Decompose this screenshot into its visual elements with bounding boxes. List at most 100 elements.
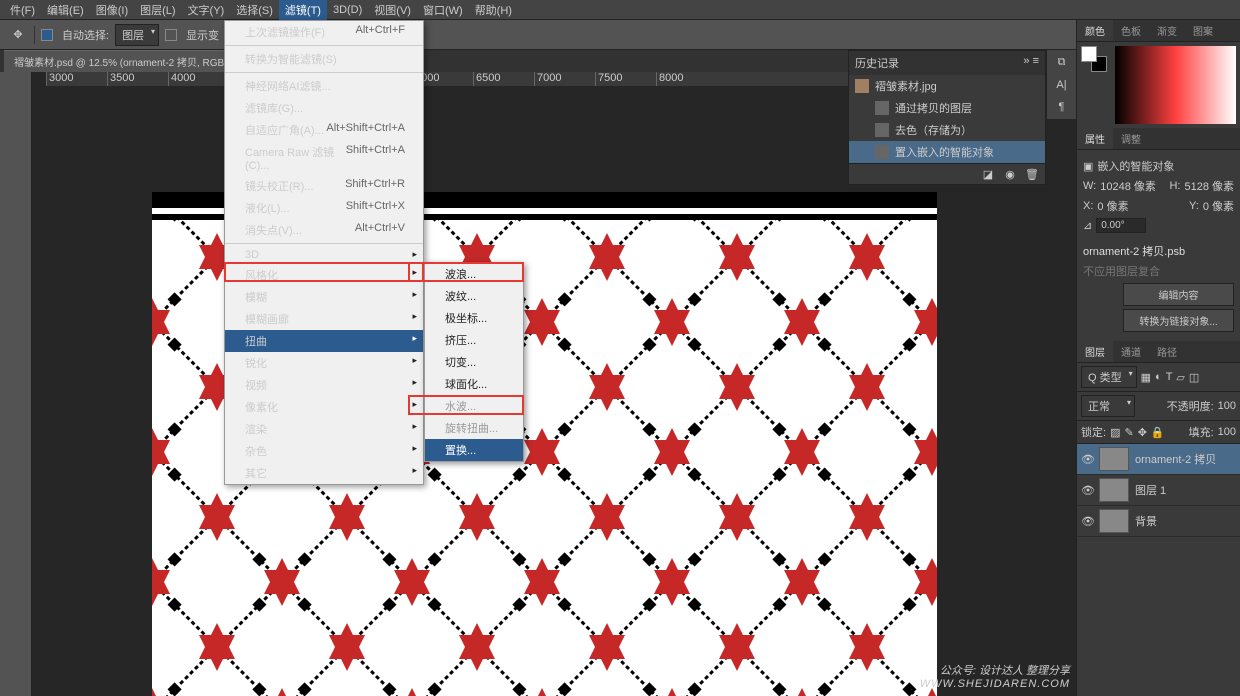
character-panel-icon[interactable]: A| [1056, 79, 1066, 91]
distort-menu-item[interactable]: 置换... [425, 439, 523, 461]
paragraph-panel-icon[interactable]: ¶ [1059, 101, 1065, 113]
history-panel[interactable]: 历史记录» ≡ 褶皱素材.jpg 通过拷贝的图层去色（存储为）置入嵌入的智能对象… [848, 50, 1046, 185]
autoselect-target-dropdown[interactable]: 图层 [115, 24, 159, 46]
filter-type-icon[interactable]: T [1166, 371, 1173, 383]
lock-pixels-icon[interactable]: ✎ [1124, 426, 1133, 439]
history-snapshot[interactable]: 褶皱素材.jpg [875, 78, 937, 94]
y-value[interactable]: 0 像素 [1203, 198, 1234, 214]
distort-menu-item[interactable]: 挤压... [425, 329, 523, 351]
panel-tab[interactable]: 属性 [1077, 128, 1113, 149]
distort-menu-item[interactable]: 切变... [425, 351, 523, 373]
panel-tab[interactable]: 调整 [1113, 128, 1149, 149]
panel-icon[interactable]: ⧉ [1058, 56, 1066, 69]
menu-1[interactable]: 编辑(E) [41, 0, 90, 20]
layer-filter-dropdown[interactable]: Q 类型 [1081, 366, 1137, 388]
layer-name[interactable]: 背景 [1135, 513, 1157, 529]
filter-menu-item[interactable]: 模糊画廊 [225, 308, 423, 330]
layer-name[interactable]: 图层 1 [1135, 482, 1166, 498]
filter-menu-item[interactable]: 杂色 [225, 440, 423, 462]
menu-10[interactable]: 帮助(H) [469, 0, 518, 20]
layer-thumbnail[interactable] [1099, 447, 1129, 471]
menu-8[interactable]: 视图(V) [368, 0, 417, 20]
filter-menu-item[interactable]: Camera Raw 滤镜(C)...Shift+Ctrl+A [225, 141, 423, 175]
panel-tab[interactable]: 图层 [1077, 341, 1113, 362]
opacity-value[interactable]: 100 [1218, 400, 1236, 412]
move-tool-icon[interactable]: ✥ [8, 25, 28, 45]
filter-shape-icon[interactable]: ▱ [1176, 371, 1184, 384]
menu-9[interactable]: 窗口(W) [417, 0, 469, 20]
distort-menu-item[interactable]: 波浪... [425, 263, 523, 285]
filter-menu-item[interactable]: 镜头校正(R)...Shift+Ctrl+R [225, 175, 423, 197]
layer-thumbnail[interactable] [1099, 509, 1129, 533]
panel-tab[interactable]: 图案 [1185, 20, 1221, 41]
filter-pixel-icon[interactable]: ▦ [1141, 371, 1151, 384]
history-state[interactable]: 置入嵌入的智能对象 [849, 141, 1045, 163]
menu-2[interactable]: 图像(I) [90, 0, 134, 20]
layer-row[interactable]: 👁 ornament-2 拷贝 [1077, 444, 1240, 475]
document-tab[interactable]: 褶皱素材.psd @ 12.5% (ornament-2 拷贝, RGB/8) … [4, 50, 253, 72]
show-transform-checkbox[interactable] [165, 29, 177, 41]
x-value[interactable]: 0 像素 [1097, 198, 1128, 214]
visibility-icon[interactable]: 👁 [1081, 484, 1093, 497]
menubar[interactable]: 件(F)编辑(E)图像(I)图层(L)文字(Y)选择(S)滤镜(T)3D(D)视… [0, 0, 1240, 20]
filter-menu-item[interactable]: 扭曲 [225, 330, 423, 352]
autoselect-checkbox[interactable] [41, 29, 53, 41]
panel-tab[interactable]: 路径 [1149, 341, 1185, 362]
fill-value[interactable]: 100 [1218, 426, 1236, 438]
distort-submenu[interactable]: 波浪...波纹...极坐标...挤压...切变...球面化...水波...旋转扭… [424, 262, 524, 462]
filter-menu-item[interactable]: 神经网络AI滤镜... [225, 75, 423, 97]
filter-menu-item[interactable]: 3D [225, 246, 423, 264]
history-state[interactable]: 通过拷贝的图层 [849, 97, 1045, 119]
filter-adjust-icon[interactable]: ◐ [1155, 371, 1162, 383]
filter-menu-item[interactable]: 液化(L)...Shift+Ctrl+X [225, 197, 423, 219]
filter-menu-item[interactable]: 模糊 [225, 286, 423, 308]
menu-4[interactable]: 文字(Y) [182, 0, 231, 20]
color-spectrum[interactable] [1115, 46, 1236, 124]
panel-tab[interactable]: 色板 [1113, 20, 1149, 41]
filter-menu-item[interactable]: 自适应广角(A)...Alt+Shift+Ctrl+A [225, 119, 423, 141]
filter-menu-item[interactable]: 滤镜库(G)... [225, 97, 423, 119]
collapse-icon[interactable]: » ≡ [1023, 55, 1039, 71]
filter-menu-item[interactable]: 转换为智能滤镜(S) [225, 48, 423, 70]
history-state[interactable]: 去色（存储为） [849, 119, 1045, 141]
trash-icon[interactable]: 🗑 [1025, 167, 1039, 181]
width-value[interactable]: 10248 像素 [1100, 178, 1156, 194]
filter-menu-item[interactable]: 视频 [225, 374, 423, 396]
visibility-icon[interactable]: 👁 [1081, 453, 1093, 466]
foreground-background-swatch[interactable] [1081, 46, 1107, 72]
filter-menu-item[interactable]: 风格化 [225, 264, 423, 286]
filter-menu-item[interactable]: 像素化 [225, 396, 423, 418]
filter-menu-item[interactable]: 上次滤镜操作(F)Alt+Ctrl+F [225, 21, 423, 43]
create-document-icon[interactable]: ◪ [981, 167, 995, 181]
height-value[interactable]: 5128 像素 [1184, 178, 1234, 194]
visibility-icon[interactable]: 👁 [1081, 515, 1093, 528]
panel-tab[interactable]: 渐变 [1149, 20, 1185, 41]
layer-row[interactable]: 👁 背景 [1077, 506, 1240, 537]
lock-transparency-icon[interactable]: ▨ [1110, 426, 1120, 439]
filter-menu-item[interactable]: 其它 [225, 462, 423, 484]
layer-row[interactable]: 👁 图层 1 [1077, 475, 1240, 506]
blend-mode-dropdown[interactable]: 正常 [1081, 395, 1135, 417]
properties-panel-tabs[interactable]: 属性调整 [1077, 128, 1240, 150]
menu-5[interactable]: 选择(S) [230, 0, 279, 20]
snapshot-camera-icon[interactable]: ◉ [1003, 167, 1017, 181]
menu-7[interactable]: 3D(D) [327, 2, 368, 18]
filter-smart-icon[interactable]: ◫ [1189, 371, 1199, 384]
lock-position-icon[interactable]: ✥ [1138, 426, 1147, 439]
color-panel-tabs[interactable]: 颜色色板渐变图案 [1077, 20, 1240, 42]
panel-tab[interactable]: 通道 [1113, 341, 1149, 362]
layer-name[interactable]: ornament-2 拷贝 [1135, 451, 1216, 467]
filter-menu[interactable]: 上次滤镜操作(F)Alt+Ctrl+F 转换为智能滤镜(S) 神经网络AI滤镜...… [224, 20, 424, 485]
distort-menu-item[interactable]: 球面化... [425, 373, 523, 395]
layers-panel-tabs[interactable]: 图层通道路径 [1077, 341, 1240, 363]
filter-menu-item[interactable]: 消失点(V)...Alt+Ctrl+V [225, 219, 423, 241]
panel-tab[interactable]: 颜色 [1077, 20, 1113, 41]
menu-0[interactable]: 件(F) [4, 0, 41, 20]
angle-input[interactable]: 0.00° [1096, 218, 1146, 233]
layer-thumbnail[interactable] [1099, 478, 1129, 502]
distort-menu-item[interactable]: 极坐标... [425, 307, 523, 329]
filter-menu-item[interactable]: 锐化 [225, 352, 423, 374]
collapsed-panel-dock[interactable]: ⧉ A| ¶ [1046, 50, 1076, 119]
tools-panel[interactable] [0, 72, 32, 696]
convert-to-linked-button[interactable]: 转换为链接对象... [1123, 309, 1234, 332]
